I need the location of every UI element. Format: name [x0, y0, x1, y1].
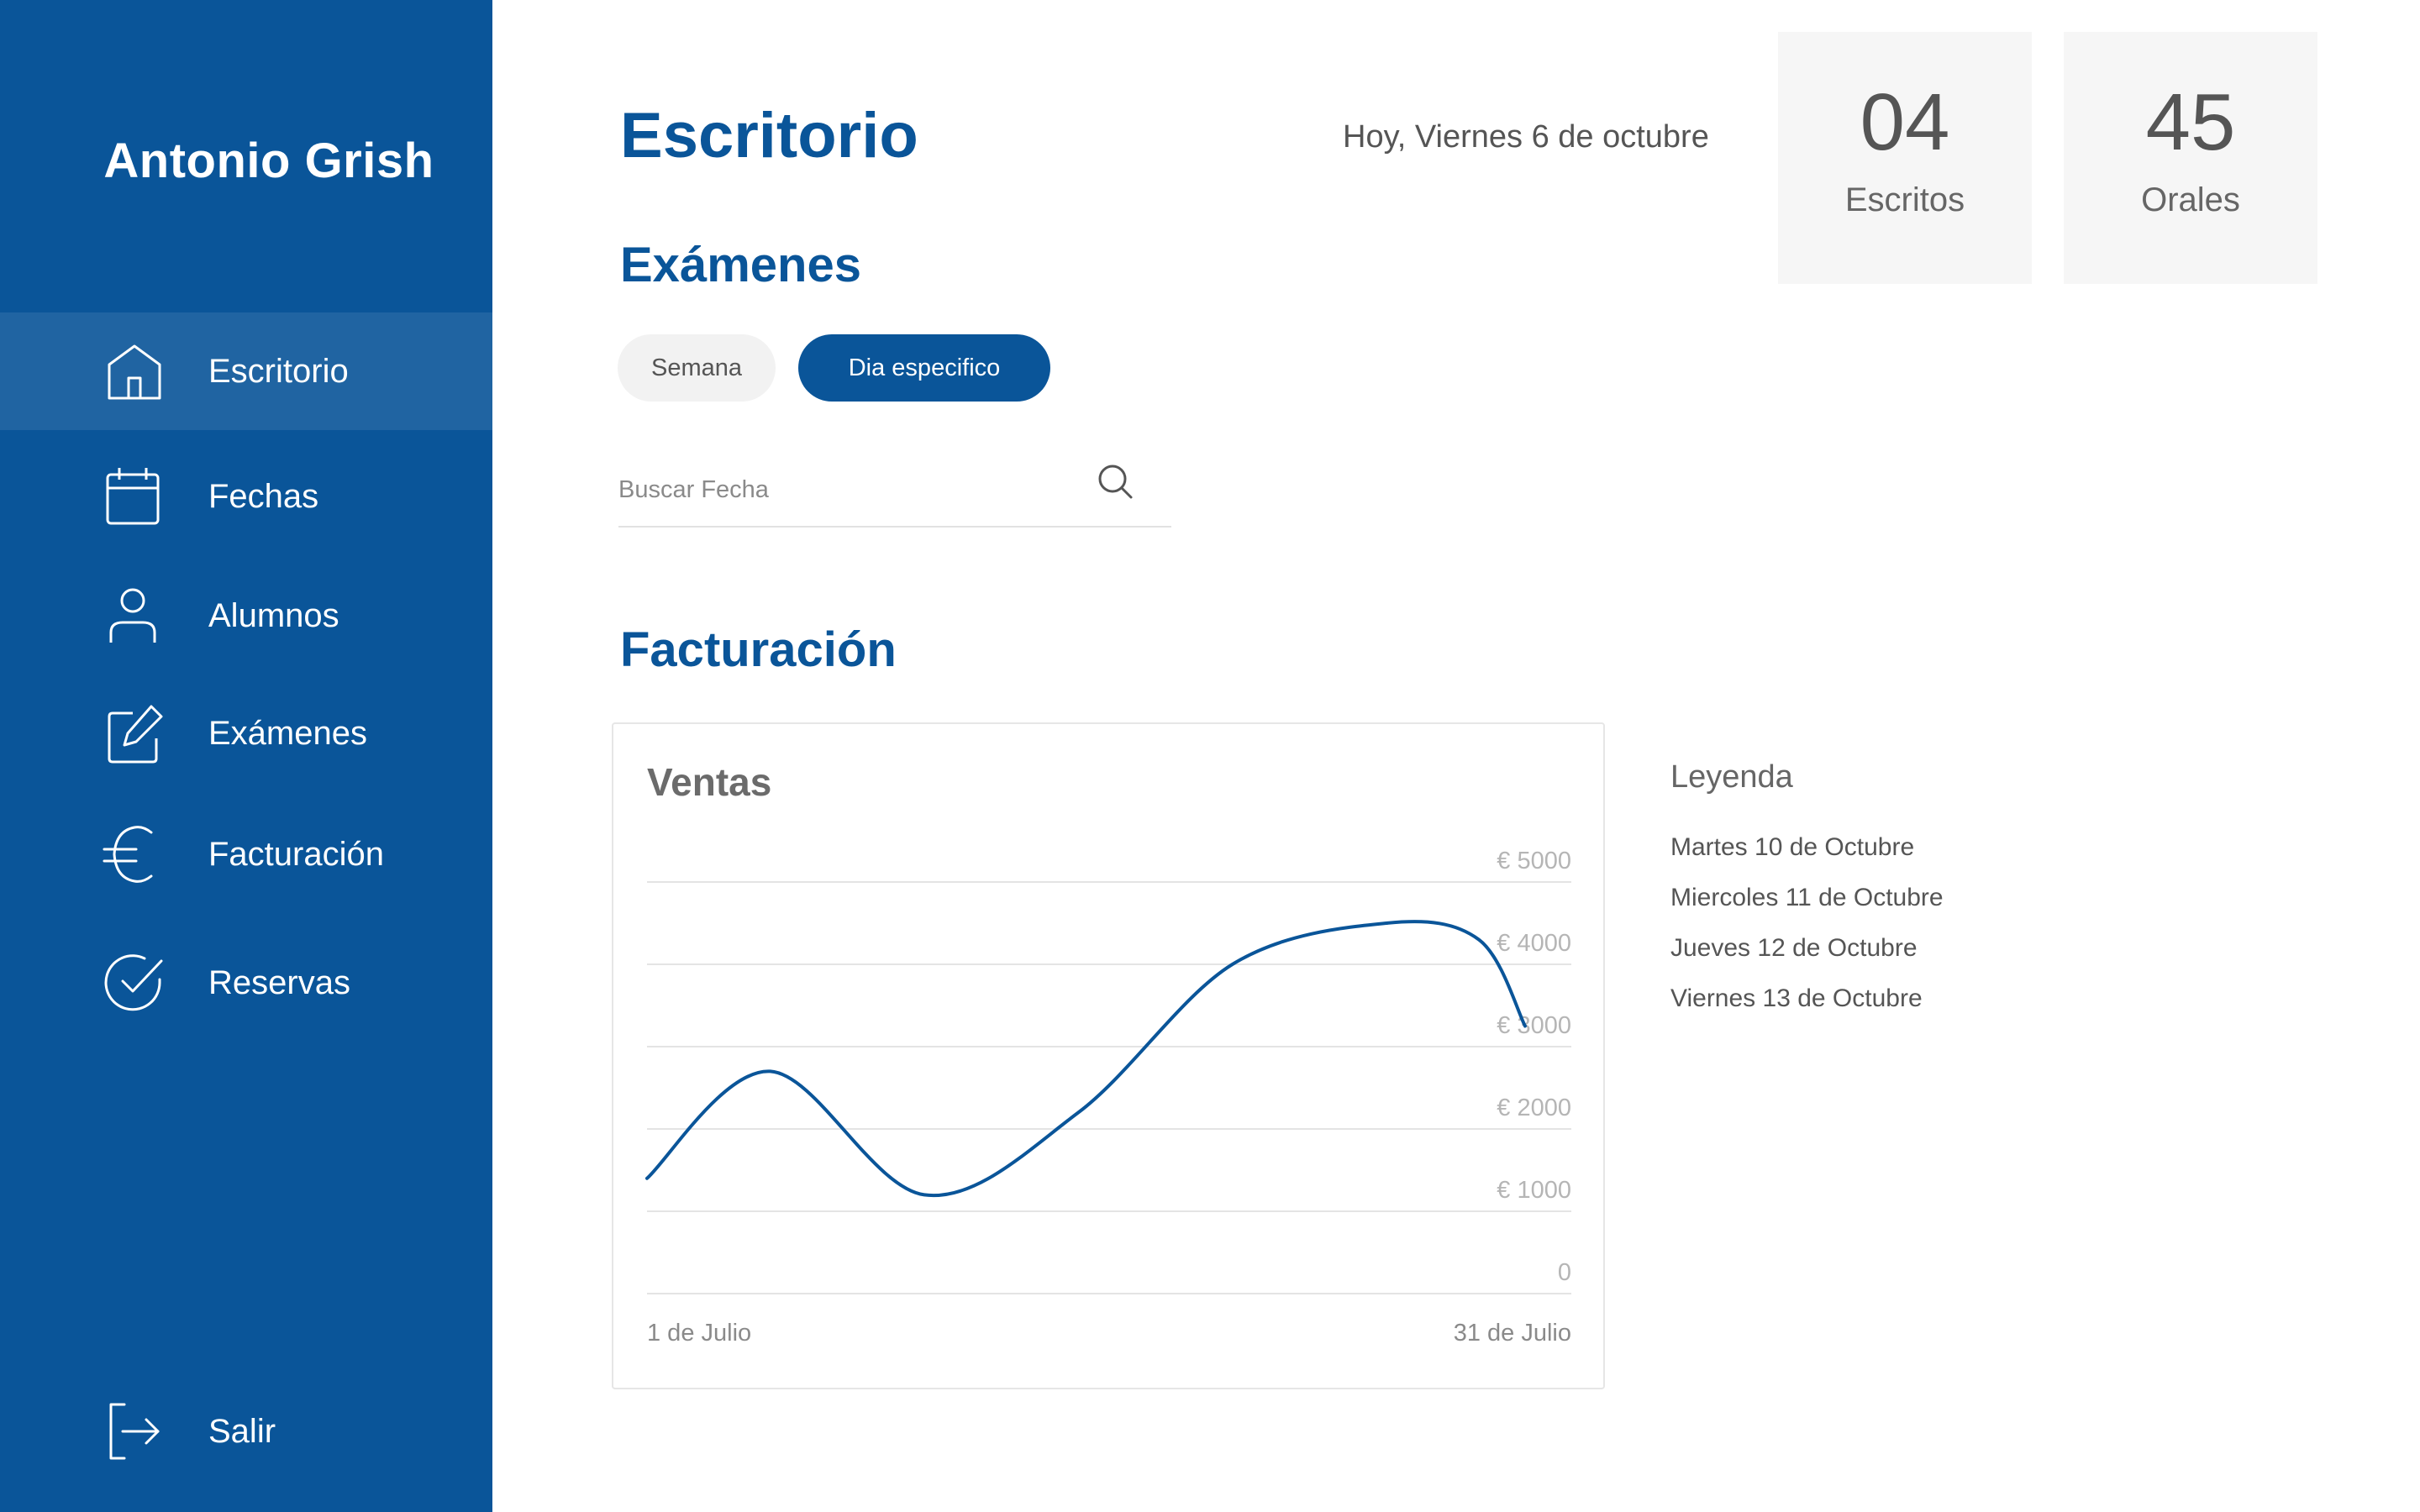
chart-title: Ventas — [647, 760, 772, 804]
stat-card-orales: 45 Orales — [2064, 32, 2317, 284]
sidebar-item-label: Alumnos — [208, 596, 339, 634]
sidebar-item-label: Fechas — [208, 477, 319, 515]
current-date: Hoy, Viernes 6 de octubre — [1343, 119, 1709, 155]
euro-icon — [99, 819, 170, 890]
legend-title: Leyenda — [1670, 759, 1793, 795]
y-tick-label: € 2000 — [1497, 1095, 1571, 1121]
calendar-icon — [99, 461, 170, 532]
stat-value: 45 — [2145, 77, 2236, 167]
sales-chart-card: € 5000 € 4000 € 3000 € 2000 € 1000 0 1 de Juli… — [612, 722, 1605, 1389]
stat-label: Escritos — [1844, 181, 1965, 218]
billing-section-title: Facturación — [620, 622, 897, 677]
sidebar-item-reservas[interactable]: Reservas — [0, 924, 492, 1042]
home-icon — [99, 336, 170, 407]
search-icon[interactable] — [1094, 460, 1138, 504]
stat-card-escritos: 04 Escritos — [1778, 32, 2032, 284]
y-tick-label: € 3000 — [1497, 1012, 1571, 1039]
y-tick-label: € 1000 — [1497, 1177, 1571, 1204]
stat-label: Orales — [2141, 181, 2240, 218]
legend-item: Viernes 13 de Octubre — [1670, 984, 1923, 1012]
sidebar-item-label: Facturación — [208, 835, 384, 873]
sidebar-item-label: Exámenes — [208, 714, 367, 752]
user-name: Antonio Grish — [103, 134, 434, 188]
sidebar: Antonio Grish Escritorio Fechas Alumnos … — [0, 0, 492, 1512]
sidebar-item-label: Escritorio — [208, 352, 349, 390]
sidebar-item-facturacion[interactable]: Facturación — [0, 795, 492, 913]
filter-dia-especifico-button[interactable]: Dia especifico — [798, 334, 1050, 402]
sidebar-item-escritorio[interactable]: Escritorio — [0, 312, 492, 430]
logout-button[interactable]: Salir — [0, 1373, 492, 1490]
stat-value: 04 — [1860, 77, 1950, 167]
sidebar-item-examenes[interactable]: Exámenes — [0, 675, 492, 792]
edit-icon — [99, 698, 170, 769]
check-circle-icon — [99, 948, 170, 1018]
x-tick-label: 1 de Julio — [647, 1320, 751, 1347]
search-input[interactable] — [618, 469, 1089, 511]
user-icon — [99, 580, 170, 651]
x-tick-label: 31 de Julio — [1454, 1320, 1571, 1347]
legend-item: Miercoles 11 de Octubre — [1670, 884, 1944, 911]
filter-semana-button[interactable]: Semana — [618, 334, 776, 402]
sidebar-item-fechas[interactable]: Fechas — [0, 438, 492, 555]
search-field — [618, 460, 1171, 528]
logout-icon — [99, 1396, 170, 1467]
legend-item: Jueves 12 de Octubre — [1670, 934, 1918, 962]
logout-label: Salir — [208, 1412, 276, 1450]
page-title: Escritorio — [620, 100, 918, 171]
sales-chart: € 5000 € 4000 € 3000 € 2000 € 1000 0 1 de Juli… — [645, 848, 1571, 1347]
sidebar-item-alumnos[interactable]: Alumnos — [0, 557, 492, 675]
y-tick-label: € 5000 — [1497, 848, 1571, 874]
y-tick-label: 0 — [1558, 1259, 1571, 1286]
exams-section-title: Exámenes — [620, 238, 861, 292]
y-tick-label: € 4000 — [1497, 930, 1571, 957]
legend-item: Martes 10 de Octubre — [1670, 833, 1915, 861]
sales-series-line — [645, 920, 1527, 1198]
sidebar-item-label: Reservas — [208, 963, 350, 1001]
